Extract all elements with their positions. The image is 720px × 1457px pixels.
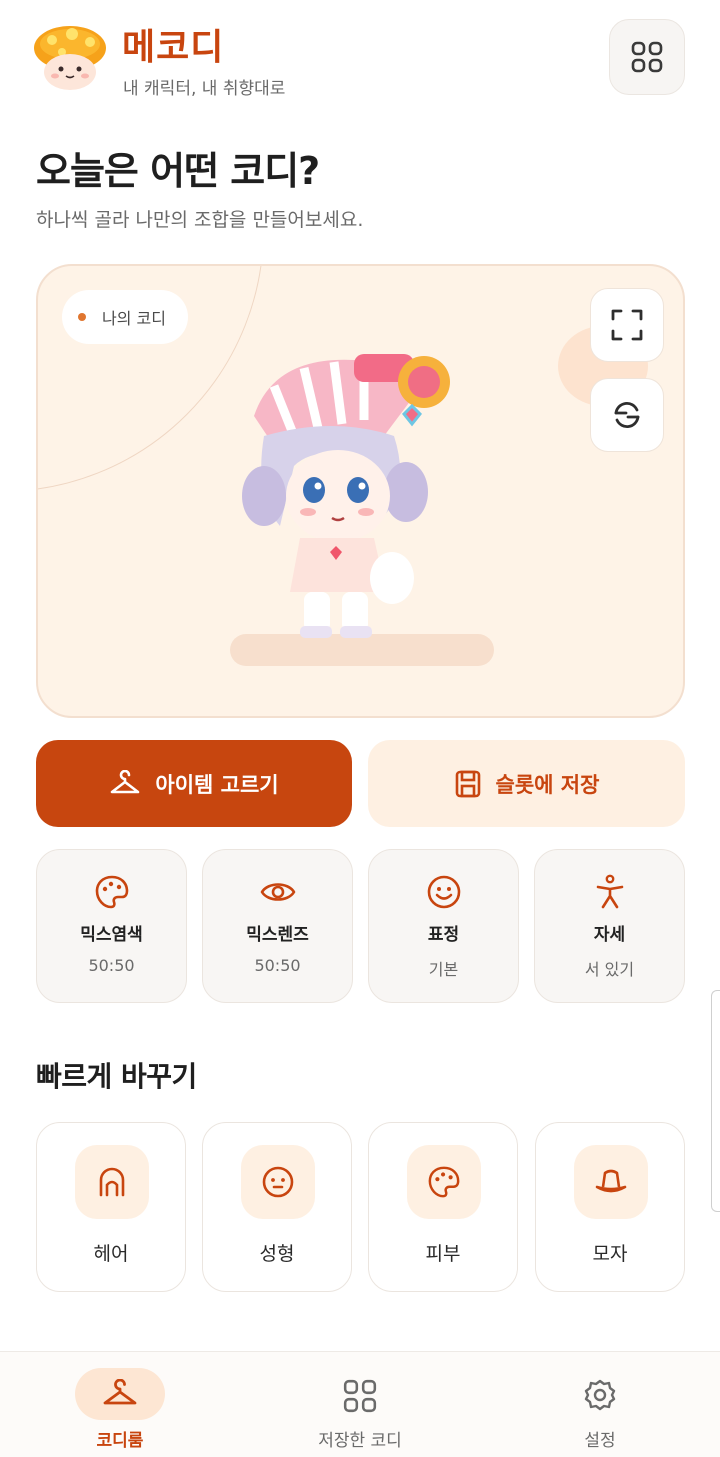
quick-change-title: 빠르게 바꾸기 (36, 1060, 197, 1093)
quick-item-hat[interactable]: 모자 (535, 1122, 685, 1292)
quick-item-label: 피부 (425, 1243, 461, 1265)
menu-button[interactable] (609, 19, 685, 95)
option-card-mix-lens[interactable]: 믹스렌즈 50:50 (202, 849, 353, 1003)
mushroom-logo-icon (32, 22, 108, 92)
option-card-mix-dye[interactable]: 믹스염색 50:50 (36, 849, 187, 1003)
fullscreen-icon (611, 309, 643, 341)
grid-icon (631, 41, 663, 73)
option-card-expression[interactable]: 표정 기본 (368, 849, 519, 1003)
option-label: 믹스염색 (80, 925, 143, 945)
person-icon (596, 874, 624, 909)
face-icon (241, 1145, 315, 1219)
option-value: 50:50 (254, 956, 301, 975)
save-icon (455, 770, 480, 797)
character-stage: 나의 코디 (36, 264, 685, 718)
eye-icon (260, 883, 296, 901)
app-title: 메코디 (122, 27, 225, 68)
badge-dot-icon (78, 313, 86, 321)
quick-item-face[interactable]: 성형 (202, 1122, 352, 1292)
hat-icon (574, 1145, 648, 1219)
gear-icon (584, 1379, 616, 1411)
refresh-icon (614, 401, 640, 429)
stage-badge-label: 나의 코디 (102, 309, 166, 328)
smile-icon (427, 875, 461, 909)
quick-item-skin[interactable]: 피부 (368, 1122, 518, 1292)
bottom-nav: 코디룸 저장한 코디 설정 (0, 1351, 720, 1457)
pick-items-button[interactable]: 아이템 고르기 (36, 740, 352, 827)
fullscreen-button[interactable] (590, 288, 664, 362)
pick-items-label: 아이템 고르기 (155, 772, 279, 797)
option-value: 서 있기 (584, 960, 635, 979)
option-card-pose[interactable]: 자세 서 있기 (534, 849, 685, 1003)
character-avatar (234, 346, 474, 646)
option-value: 50:50 (88, 956, 135, 975)
save-slot-label: 슬롯에 저장 (495, 772, 600, 797)
quick-item-label: 성형 (259, 1243, 295, 1265)
hanger-icon (111, 769, 140, 793)
nav-label: 코디룸 (96, 1431, 144, 1451)
nav-label: 설정 (584, 1431, 616, 1451)
nav-item-coordi-room[interactable]: 코디룸 (30, 1368, 210, 1451)
grid-icon (343, 1379, 377, 1413)
app-header: 메코디 내 캐릭터, 내 취향대로 (0, 0, 720, 110)
scroll-indicator[interactable] (711, 990, 720, 1212)
nav-item-settings[interactable]: 설정 (510, 1368, 690, 1451)
quick-item-label: 모자 (592, 1243, 628, 1265)
palette-icon (407, 1145, 481, 1219)
refresh-button[interactable] (590, 378, 664, 452)
palette-icon (95, 875, 129, 909)
page-title: 오늘은 어떤 코디? (36, 149, 320, 193)
option-label: 표정 (427, 925, 460, 945)
quick-item-hair[interactable]: 헤어 (36, 1122, 186, 1292)
hair-icon (75, 1145, 149, 1219)
page-subtitle: 하나씩 골라 나만의 조합을 만들어보세요. (36, 209, 364, 231)
quick-item-label: 헤어 (93, 1243, 129, 1265)
nav-item-saved-coordi[interactable]: 저장한 코디 (270, 1368, 450, 1451)
nav-label: 저장한 코디 (318, 1431, 402, 1451)
option-label: 자세 (593, 925, 626, 945)
hanger-icon (75, 1368, 165, 1420)
option-value: 기본 (428, 960, 459, 979)
option-label: 믹스렌즈 (246, 925, 309, 945)
save-slot-button[interactable]: 슬롯에 저장 (368, 740, 685, 827)
app-subtitle: 내 캐릭터, 내 취향대로 (123, 79, 286, 99)
stage-badge: 나의 코디 (62, 290, 188, 344)
